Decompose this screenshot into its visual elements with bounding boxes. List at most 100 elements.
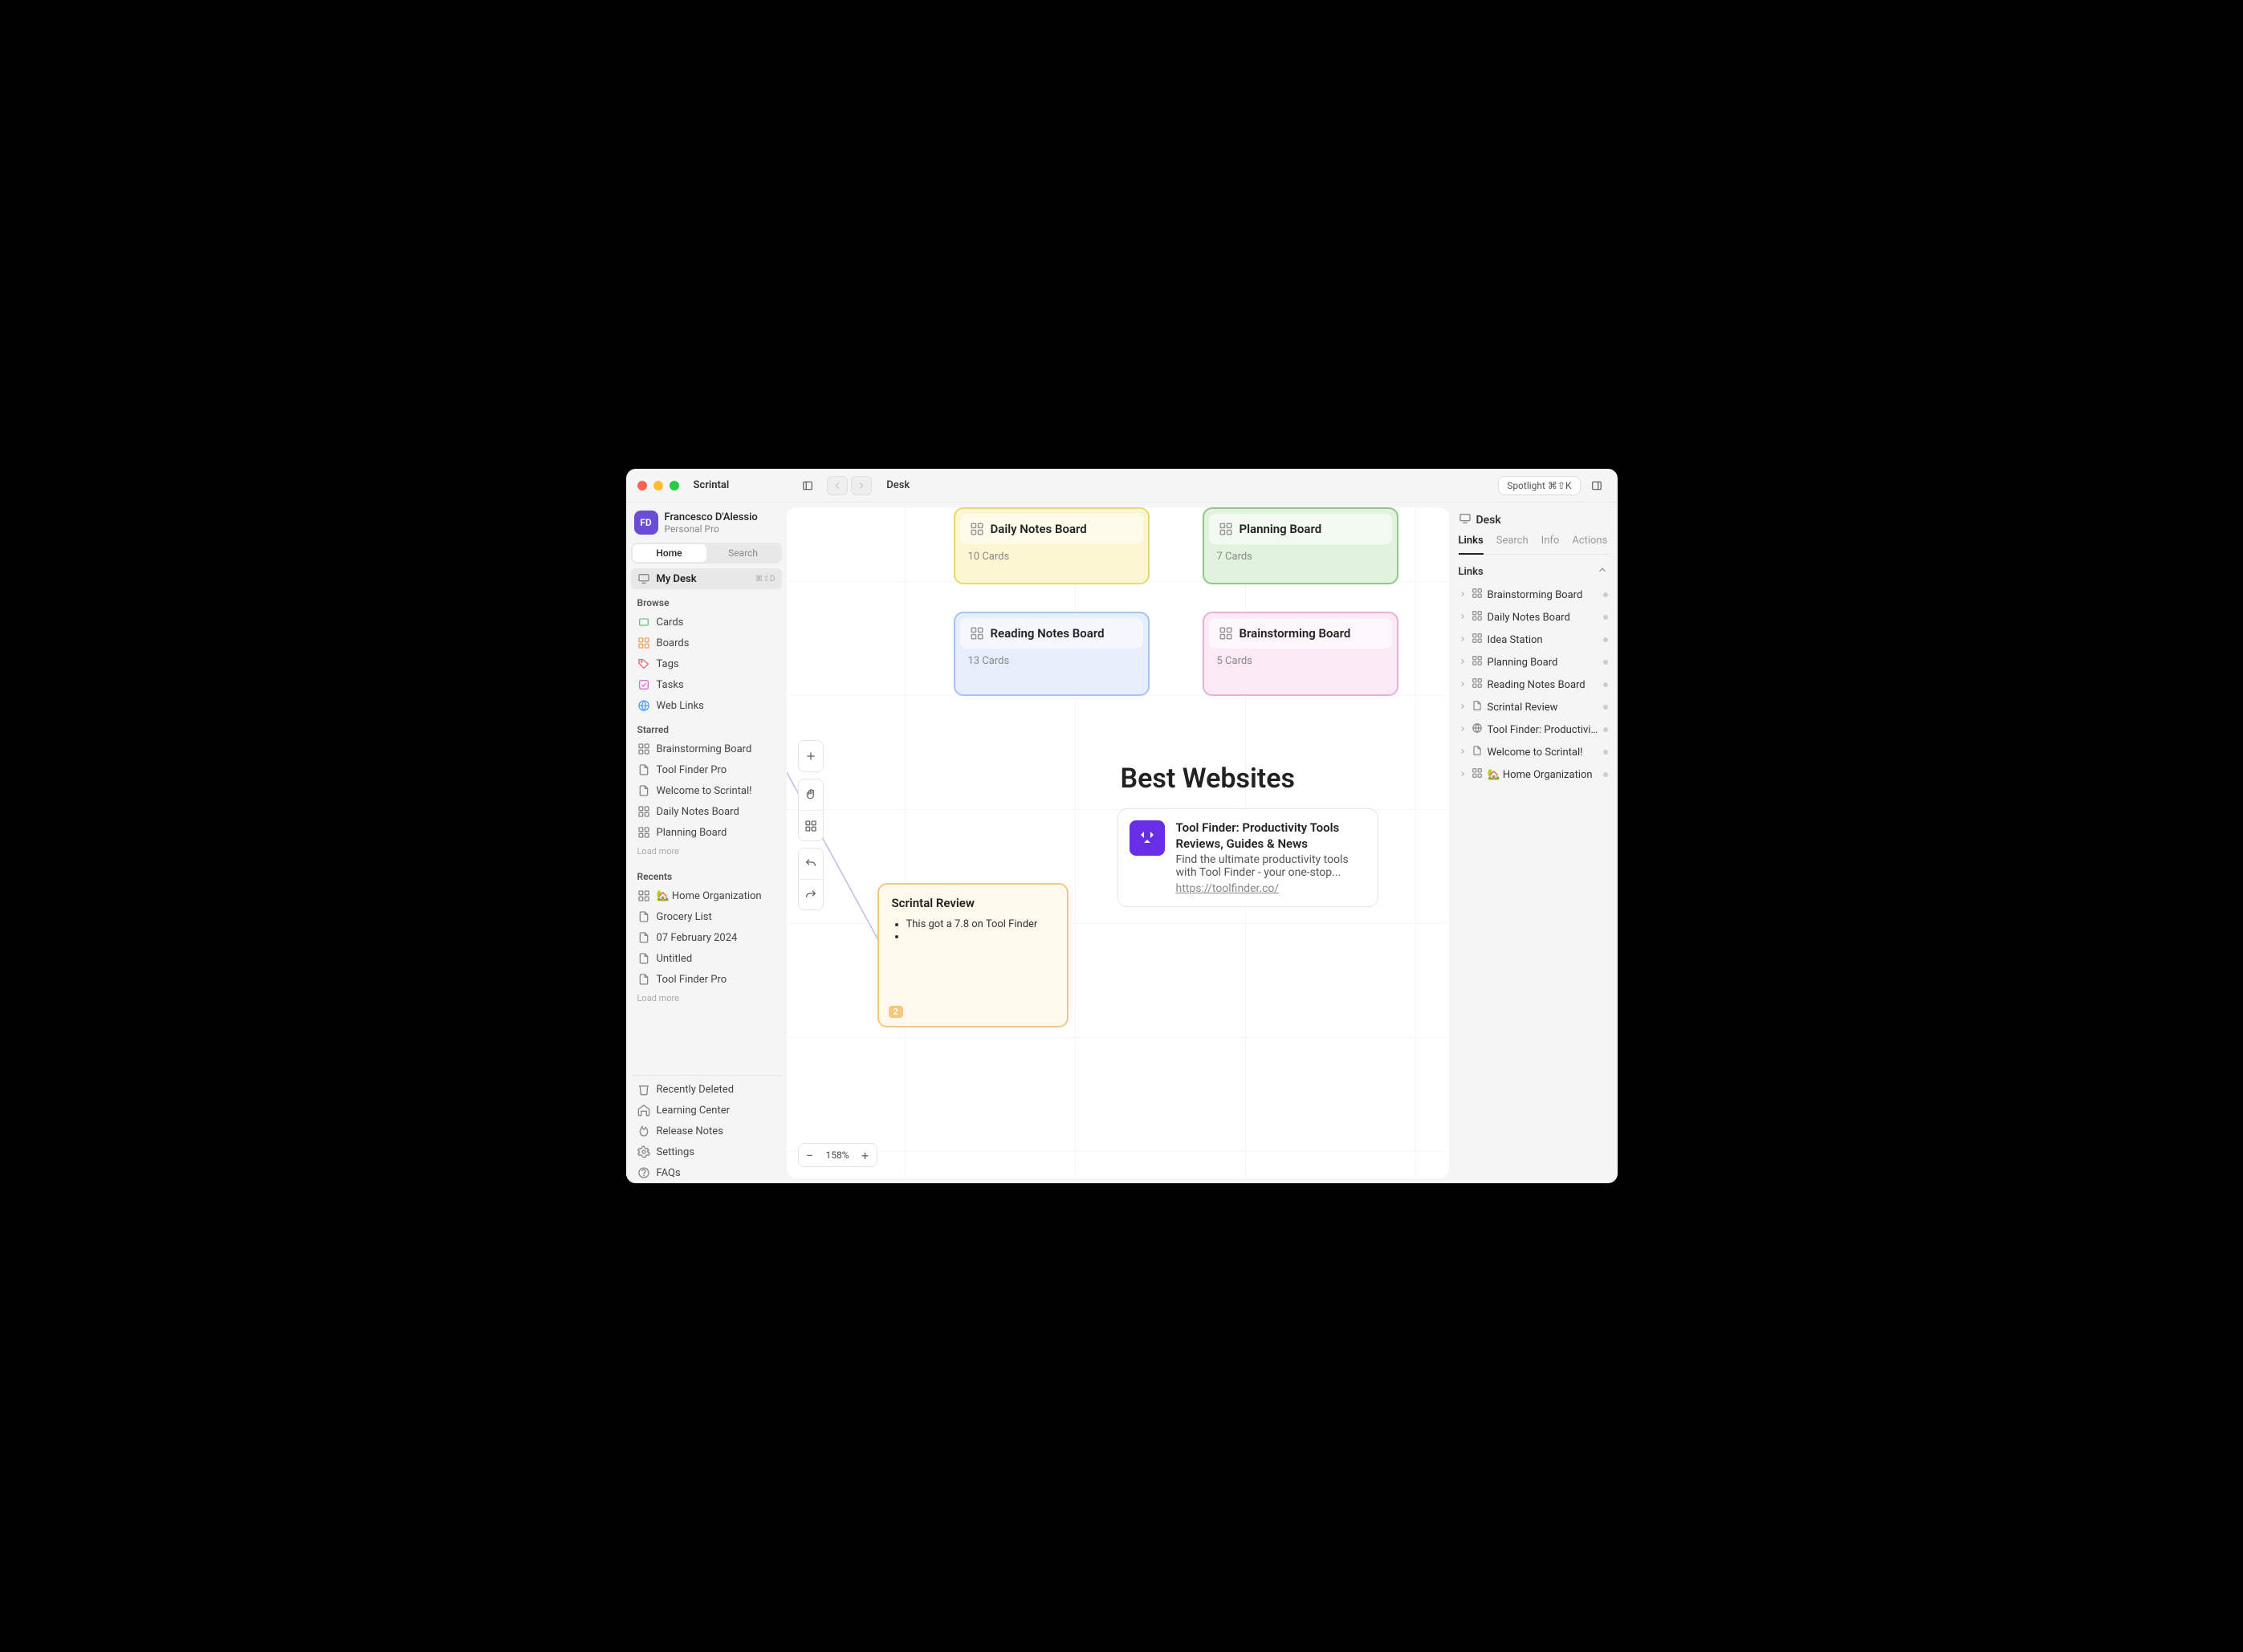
breadcrumb: Desk	[886, 479, 910, 491]
board-icon	[1472, 655, 1483, 669]
sidebar-item-cards[interactable]: Cards	[631, 612, 782, 633]
tags-icon	[637, 657, 650, 670]
web-link-card[interactable]: Tool Finder: Productivity Tools Reviews,…	[1117, 808, 1378, 907]
board-title: Planning Board	[1240, 522, 1322, 536]
nav-back-icon[interactable]	[827, 476, 848, 495]
board-tool-icon[interactable]	[799, 810, 823, 840]
link-item[interactable]: Scrintal Review	[1457, 696, 1610, 718]
status-dot-icon	[1603, 772, 1608, 777]
status-dot-icon	[1603, 705, 1608, 710]
sidebar-item[interactable]: Tool Finder Pro	[631, 969, 782, 990]
web-links-icon	[637, 699, 650, 712]
sidebar-item[interactable]: Grocery List	[631, 906, 782, 927]
mydesk-shortcut: ⌘⇧D	[755, 575, 775, 584]
add-tool-icon[interactable]	[799, 741, 823, 771]
starred-load-more[interactable]: Load more	[631, 843, 782, 863]
board-icon	[1472, 588, 1483, 602]
status-dot-icon	[1603, 682, 1608, 687]
zoom-value: 158%	[821, 1149, 854, 1161]
nav-forward-icon[interactable]	[851, 476, 872, 495]
footer-faqs[interactable]: FAQs	[631, 1162, 782, 1183]
sidebar-item[interactable]: 07 February 2024	[631, 927, 782, 948]
board-card[interactable]: Reading Notes Board13 Cards	[954, 612, 1150, 696]
web-icon	[1472, 722, 1483, 737]
sidebar-item-mydesk[interactable]: My Desk ⌘⇧D	[631, 568, 782, 589]
board-icon	[1472, 610, 1483, 625]
board-icon	[1472, 633, 1483, 647]
footer-release-notes[interactable]: Release Notes	[631, 1121, 782, 1141]
sidebar-item-tags[interactable]: Tags	[631, 653, 782, 674]
sidebar-item[interactable]: Daily Notes Board	[631, 801, 782, 822]
status-dot-icon	[1603, 592, 1608, 597]
link-item[interactable]: Reading Notes Board	[1457, 673, 1610, 696]
collapse-icon[interactable]	[1597, 564, 1608, 579]
board-title: Reading Notes Board	[991, 626, 1105, 641]
board-card-count: 10 Cards	[955, 544, 1148, 571]
right-tab-actions[interactable]: Actions	[1572, 535, 1607, 554]
sidebar-item-tasks[interactable]: Tasks	[631, 674, 782, 695]
hand-tool-icon[interactable]	[799, 779, 823, 810]
sidebar-item[interactable]: 🏡 Home Organization	[631, 885, 782, 906]
sidebar-item-web-links[interactable]: Web Links	[631, 695, 782, 716]
link-item[interactable]: 🏡 Home Organization	[1457, 763, 1610, 786]
recents-load-more[interactable]: Load more	[631, 990, 782, 1010]
link-item[interactable]: Welcome to Scrintal!	[1457, 741, 1610, 763]
footer-learning-center[interactable]: Learning Center	[631, 1100, 782, 1121]
sidebar-item[interactable]: Tool Finder Pro	[631, 759, 782, 780]
sidebar-item[interactable]: Brainstorming Board	[631, 739, 782, 759]
right-panel-title: Desk	[1476, 514, 1501, 527]
board-card[interactable]: Daily Notes Board10 Cards	[954, 507, 1150, 584]
right-tab-info[interactable]: Info	[1541, 535, 1560, 554]
link-item[interactable]: Brainstorming Board	[1457, 584, 1610, 606]
right-panel-toggle-icon[interactable]	[1587, 476, 1606, 495]
tab-search[interactable]: Search	[706, 544, 780, 562]
card-icon	[1472, 745, 1483, 759]
card-icon	[637, 784, 650, 797]
links-section-heading: Links	[1459, 566, 1484, 578]
sidebar-item-boards[interactable]: Boards	[631, 633, 782, 653]
sidebar-item[interactable]: Planning Board	[631, 822, 782, 843]
browse-heading: Browse	[631, 589, 782, 612]
board-icon	[970, 522, 984, 536]
link-item[interactable]: Planning Board	[1457, 651, 1610, 673]
web-link-url[interactable]: https://toolfinder.co/	[1176, 882, 1366, 895]
canvas-heading: Best Websites	[1121, 763, 1296, 795]
boards-icon	[637, 637, 650, 649]
right-tab-search[interactable]: Search	[1496, 535, 1529, 554]
recents-heading: Recents	[631, 863, 782, 885]
card-icon	[1472, 700, 1483, 714]
tasks-icon	[637, 678, 650, 691]
board-icon	[1472, 767, 1483, 782]
chevron-right-icon	[1459, 769, 1467, 781]
sidebar-toggle-icon[interactable]	[798, 476, 817, 495]
chevron-right-icon	[1459, 612, 1467, 624]
web-link-title: Tool Finder: Productivity Tools Reviews,…	[1176, 820, 1366, 852]
spotlight-button[interactable]: Spotlight ⌘⇧K	[1498, 476, 1580, 495]
web-link-desc: Find the ultimate productivity tools wit…	[1176, 853, 1366, 879]
board-card[interactable]: Brainstorming Board5 Cards	[1203, 612, 1398, 696]
undo-icon[interactable]	[799, 848, 823, 879]
footer-recently-deleted[interactable]: Recently Deleted	[631, 1079, 782, 1100]
right-tab-links[interactable]: Links	[1459, 535, 1484, 555]
card-icon	[637, 973, 650, 986]
sidebar-item[interactable]: Untitled	[631, 948, 782, 969]
link-item[interactable]: Idea Station	[1457, 629, 1610, 651]
footer-settings[interactable]: Settings	[631, 1141, 782, 1162]
link-item[interactable]: Tool Finder: Productivity Tool...	[1457, 718, 1610, 741]
window-controls[interactable]	[637, 481, 679, 490]
board-card[interactable]: Planning Board 7 Cards	[1203, 507, 1398, 584]
avatar: FD	[634, 511, 658, 535]
status-dot-icon	[1603, 615, 1608, 620]
board-card-count: 7 Cards	[1204, 544, 1397, 571]
note-card-scrintal-review[interactable]: Scrintal Review This got a 7.8 on Tool F…	[877, 883, 1069, 1027]
zoom-in-button[interactable]: +	[854, 1144, 877, 1166]
link-item[interactable]: Daily Notes Board	[1457, 606, 1610, 629]
tab-home[interactable]: Home	[633, 544, 706, 562]
card-icon	[637, 910, 650, 923]
user-profile[interactable]: FD Francesco D'Alessio Personal Pro	[631, 507, 782, 538]
desk-icon	[1459, 512, 1472, 528]
board-icon	[637, 889, 650, 902]
redo-icon[interactable]	[799, 879, 823, 909]
sidebar-item[interactable]: Welcome to Scrintal!	[631, 780, 782, 801]
zoom-out-button[interactable]: −	[799, 1144, 821, 1166]
